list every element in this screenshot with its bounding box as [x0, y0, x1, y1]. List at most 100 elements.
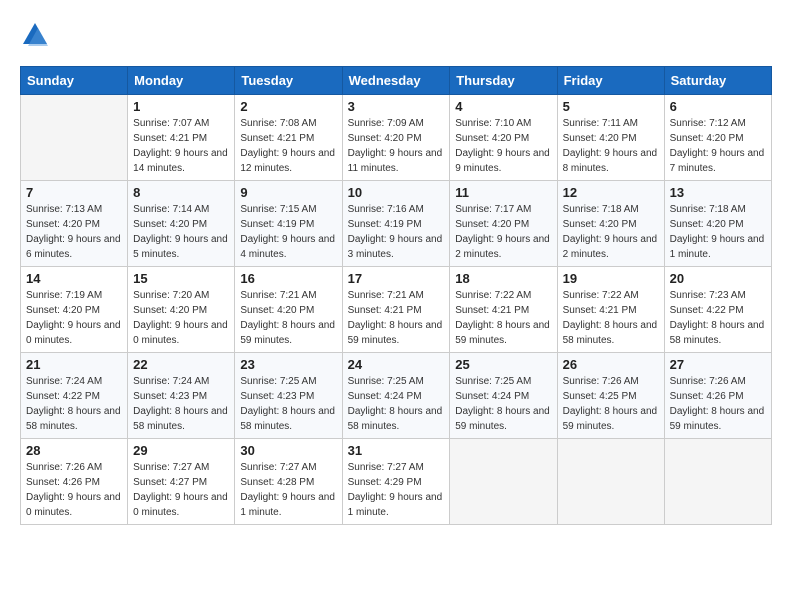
calendar-day-cell: 15 Sunrise: 7:20 AM Sunset: 4:20 PM Dayl… — [128, 267, 235, 353]
day-info: Sunrise: 7:11 AM Sunset: 4:20 PM Dayligh… — [563, 118, 658, 174]
day-info: Sunrise: 7:25 AM Sunset: 4:23 PM Dayligh… — [240, 376, 335, 432]
day-number: 17 — [348, 271, 445, 286]
day-info: Sunrise: 7:10 AM Sunset: 4:20 PM Dayligh… — [455, 118, 550, 174]
weekday-header-cell: Monday — [128, 67, 235, 95]
day-number: 28 — [26, 443, 122, 458]
day-number: 1 — [133, 99, 229, 114]
calendar-day-cell: 10 Sunrise: 7:16 AM Sunset: 4:19 PM Dayl… — [342, 181, 450, 267]
day-info: Sunrise: 7:07 AM Sunset: 4:21 PM Dayligh… — [133, 118, 228, 174]
day-info: Sunrise: 7:27 AM Sunset: 4:28 PM Dayligh… — [240, 462, 335, 518]
calendar-day-cell: 21 Sunrise: 7:24 AM Sunset: 4:22 PM Dayl… — [21, 353, 128, 439]
day-number: 12 — [563, 185, 659, 200]
day-info: Sunrise: 7:23 AM Sunset: 4:22 PM Dayligh… — [670, 290, 765, 346]
calendar-day-cell: 25 Sunrise: 7:25 AM Sunset: 4:24 PM Dayl… — [450, 353, 557, 439]
day-info: Sunrise: 7:26 AM Sunset: 4:26 PM Dayligh… — [670, 376, 765, 432]
day-number: 20 — [670, 271, 766, 286]
calendar-day-cell: 16 Sunrise: 7:21 AM Sunset: 4:20 PM Dayl… — [235, 267, 342, 353]
calendar-day-cell: 3 Sunrise: 7:09 AM Sunset: 4:20 PM Dayli… — [342, 95, 450, 181]
calendar-day-cell: 8 Sunrise: 7:14 AM Sunset: 4:20 PM Dayli… — [128, 181, 235, 267]
calendar-day-cell: 30 Sunrise: 7:27 AM Sunset: 4:28 PM Dayl… — [235, 439, 342, 525]
weekday-header-cell: Friday — [557, 67, 664, 95]
calendar-day-cell: 7 Sunrise: 7:13 AM Sunset: 4:20 PM Dayli… — [21, 181, 128, 267]
calendar-day-cell — [450, 439, 557, 525]
day-info: Sunrise: 7:26 AM Sunset: 4:26 PM Dayligh… — [26, 462, 121, 518]
calendar-day-cell: 31 Sunrise: 7:27 AM Sunset: 4:29 PM Dayl… — [342, 439, 450, 525]
day-number: 31 — [348, 443, 445, 458]
calendar-day-cell — [664, 439, 771, 525]
calendar-week-row: 1 Sunrise: 7:07 AM Sunset: 4:21 PM Dayli… — [21, 95, 772, 181]
calendar-day-cell — [21, 95, 128, 181]
day-info: Sunrise: 7:27 AM Sunset: 4:27 PM Dayligh… — [133, 462, 228, 518]
logo-icon — [20, 20, 50, 50]
day-info: Sunrise: 7:25 AM Sunset: 4:24 PM Dayligh… — [348, 376, 443, 432]
day-number: 2 — [240, 99, 336, 114]
day-number: 8 — [133, 185, 229, 200]
day-number: 26 — [563, 357, 659, 372]
calendar-week-row: 28 Sunrise: 7:26 AM Sunset: 4:26 PM Dayl… — [21, 439, 772, 525]
day-number: 6 — [670, 99, 766, 114]
day-number: 5 — [563, 99, 659, 114]
day-number: 27 — [670, 357, 766, 372]
day-info: Sunrise: 7:21 AM Sunset: 4:20 PM Dayligh… — [240, 290, 335, 346]
calendar-day-cell: 26 Sunrise: 7:26 AM Sunset: 4:25 PM Dayl… — [557, 353, 664, 439]
calendar-day-cell: 18 Sunrise: 7:22 AM Sunset: 4:21 PM Dayl… — [450, 267, 557, 353]
calendar-day-cell: 19 Sunrise: 7:22 AM Sunset: 4:21 PM Dayl… — [557, 267, 664, 353]
calendar-day-cell: 14 Sunrise: 7:19 AM Sunset: 4:20 PM Dayl… — [21, 267, 128, 353]
day-info: Sunrise: 7:12 AM Sunset: 4:20 PM Dayligh… — [670, 118, 765, 174]
day-info: Sunrise: 7:24 AM Sunset: 4:23 PM Dayligh… — [133, 376, 228, 432]
day-number: 25 — [455, 357, 551, 372]
day-number: 13 — [670, 185, 766, 200]
calendar-week-row: 7 Sunrise: 7:13 AM Sunset: 4:20 PM Dayli… — [21, 181, 772, 267]
calendar-day-cell: 23 Sunrise: 7:25 AM Sunset: 4:23 PM Dayl… — [235, 353, 342, 439]
calendar-day-cell: 5 Sunrise: 7:11 AM Sunset: 4:20 PM Dayli… — [557, 95, 664, 181]
day-info: Sunrise: 7:20 AM Sunset: 4:20 PM Dayligh… — [133, 290, 228, 346]
day-info: Sunrise: 7:27 AM Sunset: 4:29 PM Dayligh… — [348, 462, 443, 518]
day-info: Sunrise: 7:22 AM Sunset: 4:21 PM Dayligh… — [563, 290, 658, 346]
day-info: Sunrise: 7:08 AM Sunset: 4:21 PM Dayligh… — [240, 118, 335, 174]
day-info: Sunrise: 7:19 AM Sunset: 4:20 PM Dayligh… — [26, 290, 121, 346]
day-info: Sunrise: 7:26 AM Sunset: 4:25 PM Dayligh… — [563, 376, 658, 432]
day-number: 9 — [240, 185, 336, 200]
calendar-day-cell: 28 Sunrise: 7:26 AM Sunset: 4:26 PM Dayl… — [21, 439, 128, 525]
day-info: Sunrise: 7:18 AM Sunset: 4:20 PM Dayligh… — [563, 204, 658, 260]
day-number: 4 — [455, 99, 551, 114]
calendar-day-cell: 1 Sunrise: 7:07 AM Sunset: 4:21 PM Dayli… — [128, 95, 235, 181]
day-number: 23 — [240, 357, 336, 372]
day-number: 22 — [133, 357, 229, 372]
day-number: 21 — [26, 357, 122, 372]
day-number: 24 — [348, 357, 445, 372]
page-header — [20, 20, 772, 50]
calendar-day-cell: 22 Sunrise: 7:24 AM Sunset: 4:23 PM Dayl… — [128, 353, 235, 439]
day-number: 3 — [348, 99, 445, 114]
calendar-day-cell: 9 Sunrise: 7:15 AM Sunset: 4:19 PM Dayli… — [235, 181, 342, 267]
day-info: Sunrise: 7:25 AM Sunset: 4:24 PM Dayligh… — [455, 376, 550, 432]
weekday-header-cell: Wednesday — [342, 67, 450, 95]
day-number: 29 — [133, 443, 229, 458]
day-info: Sunrise: 7:24 AM Sunset: 4:22 PM Dayligh… — [26, 376, 121, 432]
day-number: 18 — [455, 271, 551, 286]
day-number: 16 — [240, 271, 336, 286]
day-info: Sunrise: 7:09 AM Sunset: 4:20 PM Dayligh… — [348, 118, 443, 174]
day-info: Sunrise: 7:21 AM Sunset: 4:21 PM Dayligh… — [348, 290, 443, 346]
day-info: Sunrise: 7:16 AM Sunset: 4:19 PM Dayligh… — [348, 204, 443, 260]
calendar-day-cell: 4 Sunrise: 7:10 AM Sunset: 4:20 PM Dayli… — [450, 95, 557, 181]
calendar-week-row: 14 Sunrise: 7:19 AM Sunset: 4:20 PM Dayl… — [21, 267, 772, 353]
day-number: 19 — [563, 271, 659, 286]
weekday-header-row: SundayMondayTuesdayWednesdayThursdayFrid… — [21, 67, 772, 95]
logo — [20, 20, 54, 50]
calendar-day-cell: 20 Sunrise: 7:23 AM Sunset: 4:22 PM Dayl… — [664, 267, 771, 353]
weekday-header-cell: Tuesday — [235, 67, 342, 95]
day-number: 15 — [133, 271, 229, 286]
day-number: 10 — [348, 185, 445, 200]
calendar-day-cell: 6 Sunrise: 7:12 AM Sunset: 4:20 PM Dayli… — [664, 95, 771, 181]
day-info: Sunrise: 7:15 AM Sunset: 4:19 PM Dayligh… — [240, 204, 335, 260]
day-info: Sunrise: 7:14 AM Sunset: 4:20 PM Dayligh… — [133, 204, 228, 260]
calendar-day-cell: 12 Sunrise: 7:18 AM Sunset: 4:20 PM Dayl… — [557, 181, 664, 267]
day-info: Sunrise: 7:13 AM Sunset: 4:20 PM Dayligh… — [26, 204, 121, 260]
calendar-day-cell: 29 Sunrise: 7:27 AM Sunset: 4:27 PM Dayl… — [128, 439, 235, 525]
day-number: 30 — [240, 443, 336, 458]
calendar-day-cell: 13 Sunrise: 7:18 AM Sunset: 4:20 PM Dayl… — [664, 181, 771, 267]
day-number: 7 — [26, 185, 122, 200]
day-info: Sunrise: 7:18 AM Sunset: 4:20 PM Dayligh… — [670, 204, 765, 260]
day-info: Sunrise: 7:17 AM Sunset: 4:20 PM Dayligh… — [455, 204, 550, 260]
